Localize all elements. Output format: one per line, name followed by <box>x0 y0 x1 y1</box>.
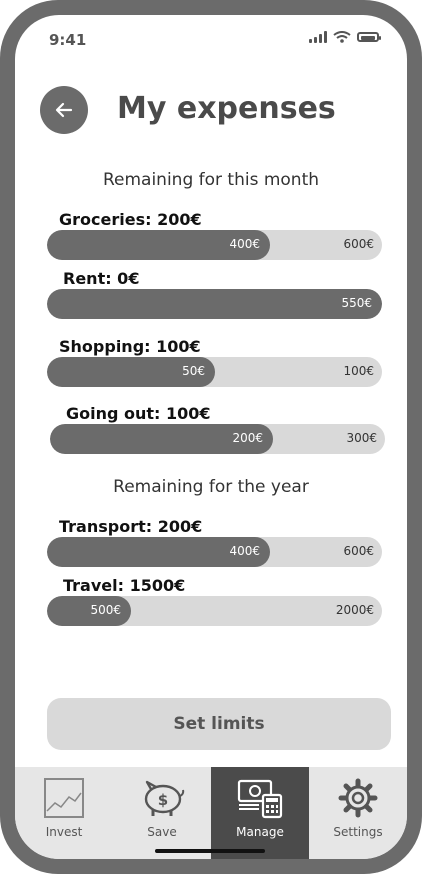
tab-manage[interactable]: Manage <box>211 767 309 859</box>
phone-frame: 9:41 My expenses Remaining for this mont… <box>0 0 422 874</box>
svg-text:$: $ <box>158 791 168 809</box>
tab-label: Settings <box>333 825 383 839</box>
section-title-year: Remaining for the year <box>113 477 309 497</box>
expense-used-label: 200€ <box>232 431 263 445</box>
expense-bar-transport[interactable]: 400€ 600€ <box>47 537 382 567</box>
expense-used-label: 550€ <box>341 296 372 310</box>
status-icons <box>309 31 381 43</box>
expense-label-shopping: Shopping: 100€ <box>59 337 201 356</box>
expense-label-travel: Travel: 1500€ <box>63 576 186 595</box>
expense-bar-fill <box>47 289 382 319</box>
expense-bar-groceries[interactable]: 400€ 600€ <box>47 230 382 260</box>
home-indicator <box>155 849 265 853</box>
expense-label-transport: Transport: 200€ <box>59 517 203 536</box>
tab-label: Save <box>147 825 177 839</box>
back-button[interactable] <box>40 86 88 134</box>
wifi-icon <box>333 31 351 43</box>
expense-used-label: 500€ <box>90 603 121 617</box>
expense-total-label: 600€ <box>343 544 374 558</box>
signal-icon <box>309 31 327 43</box>
page-title: My expenses <box>117 91 336 126</box>
tab-invest[interactable]: Invest <box>15 767 113 859</box>
phone-screen: 9:41 My expenses Remaining for this mont… <box>15 15 407 859</box>
expense-used-label: 400€ <box>229 544 260 558</box>
expense-total-label: 600€ <box>343 237 374 251</box>
expense-label-rent: Rent: 0€ <box>63 269 140 288</box>
chart-icon <box>44 778 84 818</box>
expense-bar-rent[interactable]: 550€ <box>47 289 382 319</box>
expense-label-going-out: Going out: 100€ <box>66 404 211 423</box>
expense-used-label: 50€ <box>182 364 205 378</box>
money-calculator-icon <box>237 779 283 819</box>
section-title-month: Remaining for this month <box>102 170 320 190</box>
tab-label: Manage <box>236 825 284 839</box>
expense-bar-travel[interactable]: 500€ 2000€ <box>47 596 382 626</box>
tab-save[interactable]: $ Save <box>113 767 211 859</box>
expense-label-groceries: Groceries: 200€ <box>59 210 202 229</box>
battery-icon <box>357 32 381 42</box>
gear-icon <box>338 778 378 818</box>
expense-total-label: 300€ <box>346 431 377 445</box>
bottom-tab-bar: Invest $ Save Manage Settings <box>15 767 407 859</box>
arrow-left-icon <box>55 102 73 118</box>
expense-total-label: 2000€ <box>335 603 374 617</box>
expense-bar-shopping[interactable]: 50€ 100€ <box>47 357 382 387</box>
status-time: 9:41 <box>49 31 87 49</box>
piggy-bank-icon: $ <box>144 780 185 816</box>
expense-used-label: 400€ <box>229 237 260 251</box>
expense-total-label: 100€ <box>343 364 374 378</box>
expense-bar-going-out[interactable]: 200€ 300€ <box>50 424 385 454</box>
tab-settings[interactable]: Settings <box>309 767 407 859</box>
tab-label: Invest <box>45 825 83 839</box>
set-limits-button[interactable]: Set limits <box>47 698 391 750</box>
